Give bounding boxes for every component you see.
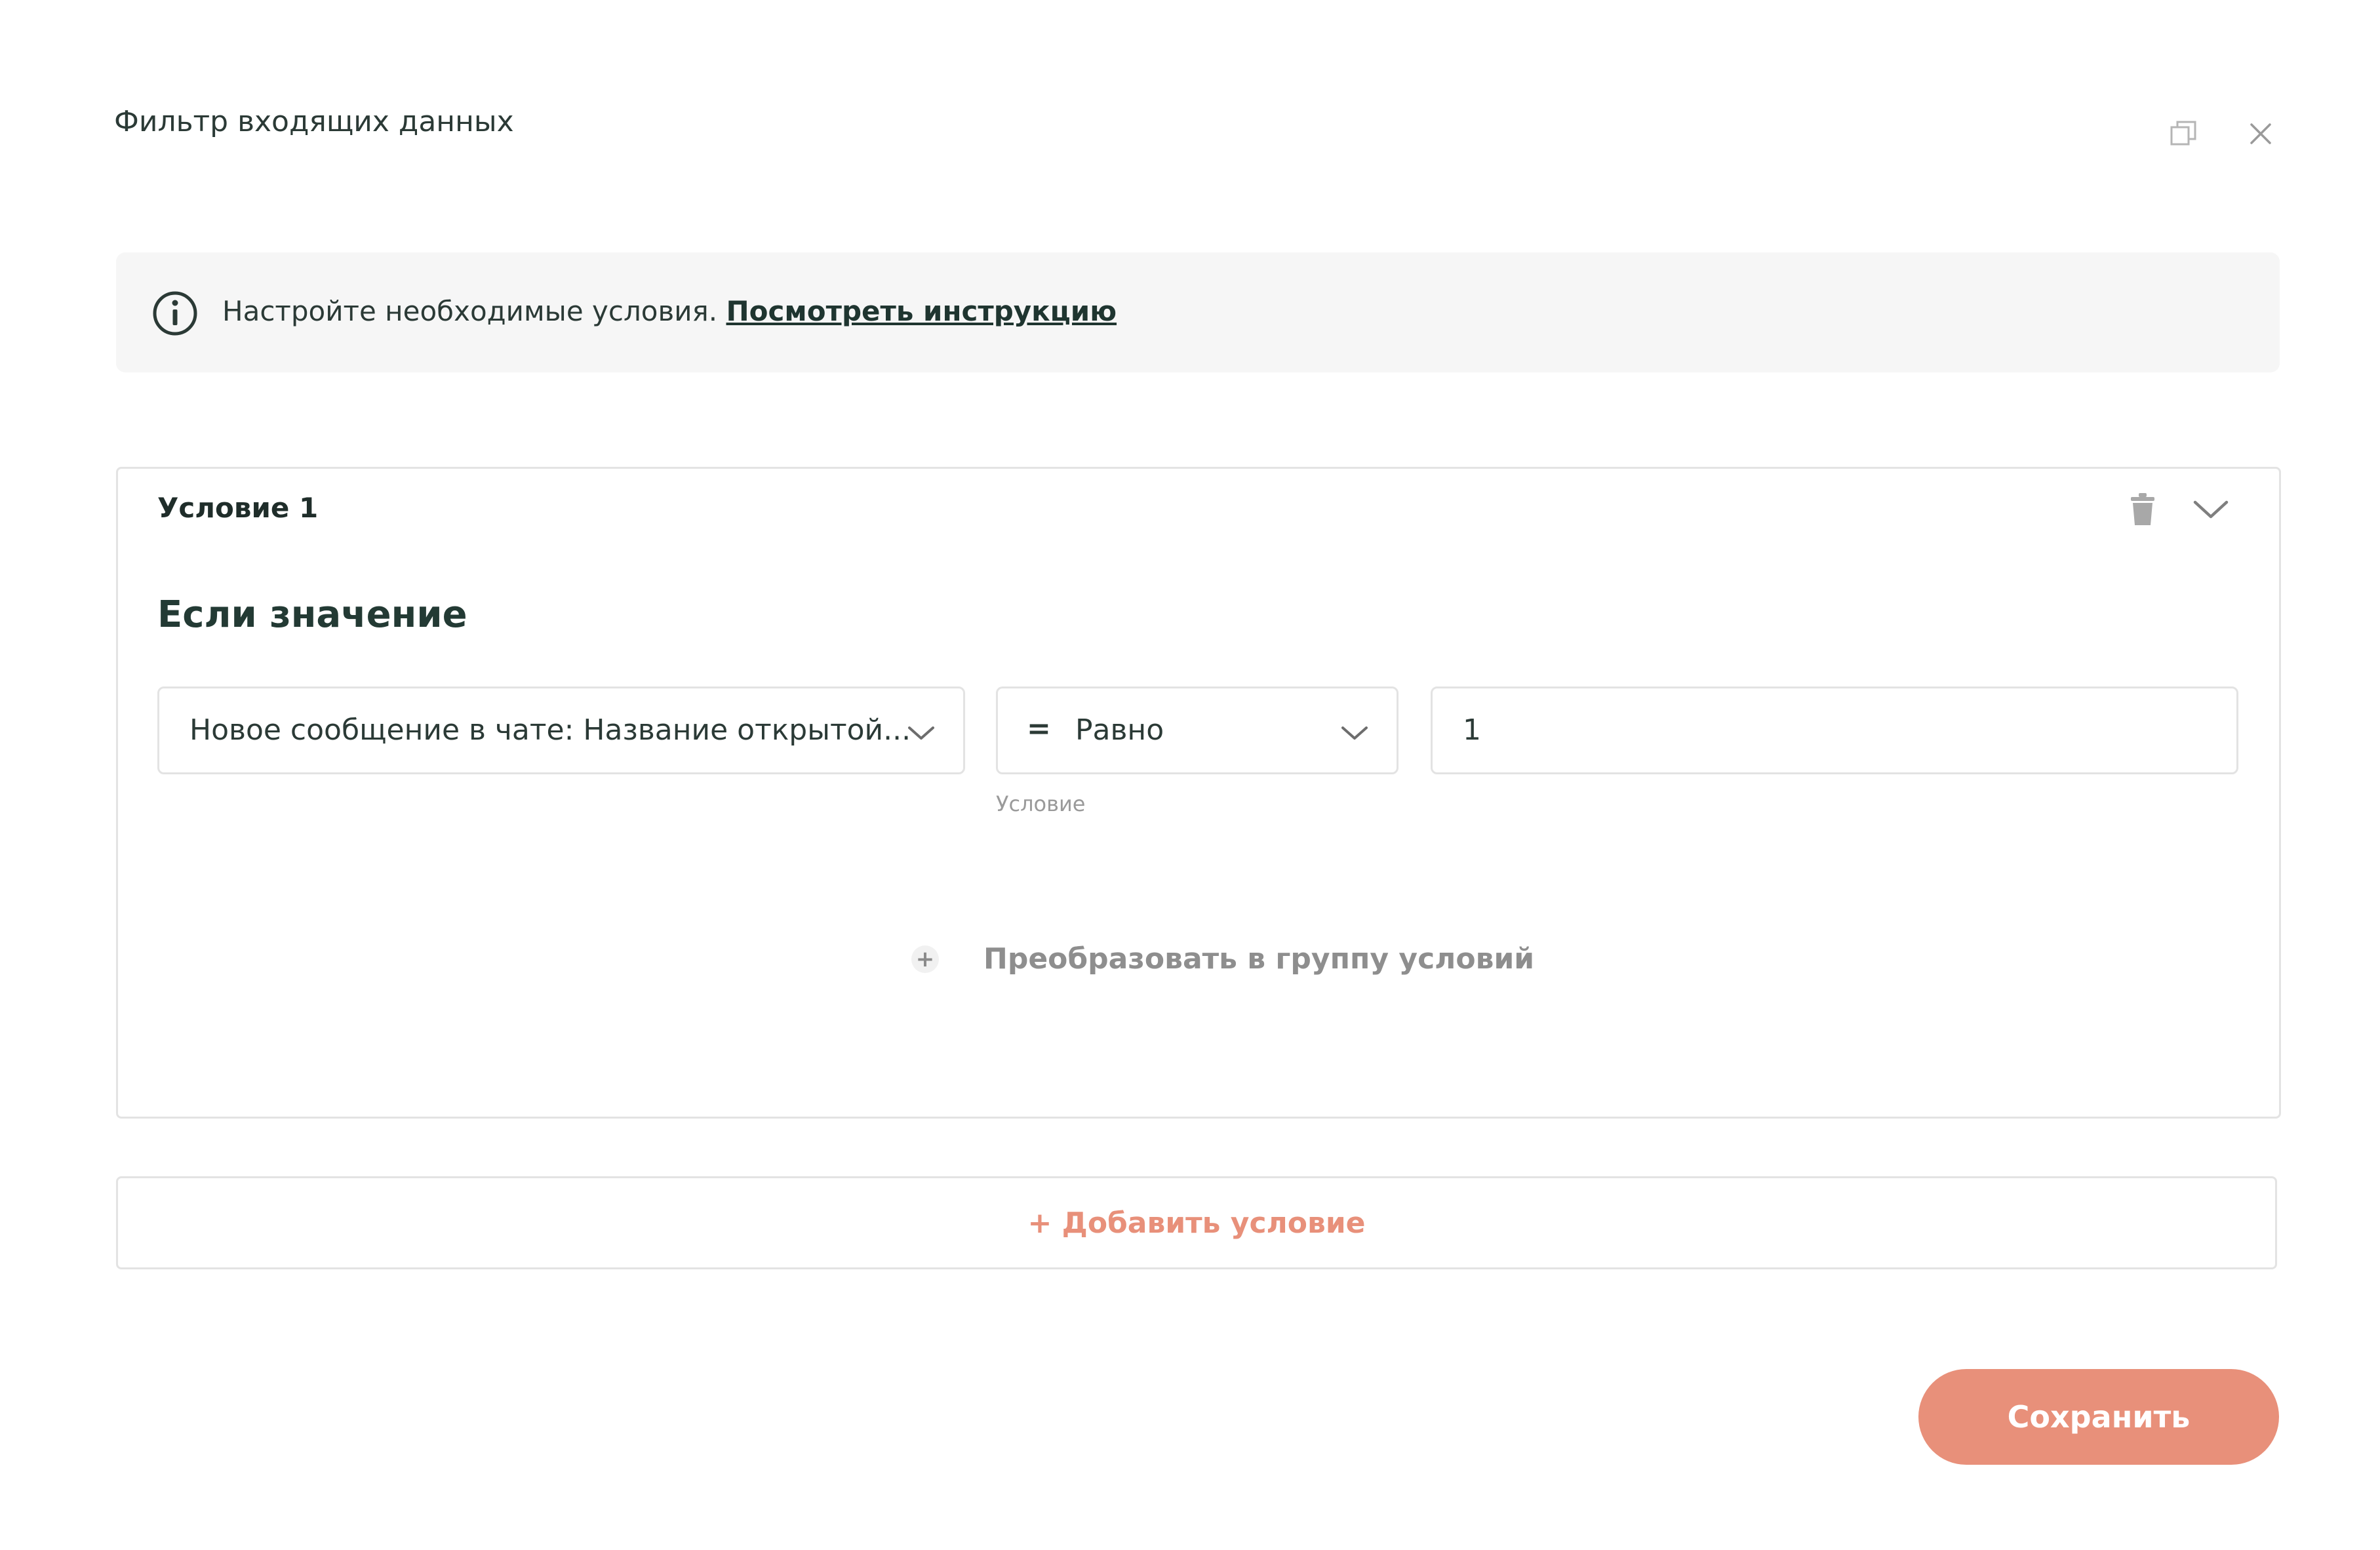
operator-select-value: Равно [1075, 713, 1164, 747]
trash-icon [2131, 493, 2154, 525]
instruction-link[interactable]: Посмотреть инструкцию [726, 295, 1117, 327]
copy-window-icon [2170, 121, 2196, 146]
condition-card: Условие 1 Если значение Новое сообщение … [116, 467, 2281, 1119]
delete-condition-button[interactable] [2123, 488, 2162, 530]
value-input[interactable]: 1 [1431, 686, 2238, 774]
operator-select[interactable]: = Равно [996, 686, 1398, 774]
chevron-down-icon [908, 726, 934, 740]
operator-caption: Условие [996, 791, 1086, 816]
close-icon [2250, 123, 2271, 144]
collapse-condition-button[interactable] [2185, 488, 2237, 530]
info-icon [153, 291, 197, 336]
add-condition-button[interactable]: + Добавить условие [116, 1176, 2277, 1269]
value-input-text: 1 [1463, 713, 1481, 747]
field-select-value: Новое сообщение в чате: Название открыто… [189, 713, 911, 747]
save-button[interactable]: Сохранить [1918, 1369, 2279, 1465]
operator-symbol: = [1027, 712, 1051, 745]
info-message: Настройте необходимые условия. [222, 295, 726, 327]
convert-to-group-button[interactable]: + Преобразовать в группу условий [911, 942, 1534, 976]
field-select[interactable]: Новое сообщение в чате: Название открыто… [157, 686, 965, 774]
dialog-title: Фильтр входящих данных [114, 105, 514, 138]
chevron-down-icon [2193, 500, 2229, 519]
info-text: Настройте необходимые условия. Посмотрет… [222, 295, 1117, 327]
condition-title: Условие 1 [157, 492, 319, 524]
copy-window-button[interactable] [2165, 115, 2202, 152]
convert-to-group-label: Преобразовать в группу условий [983, 942, 1535, 976]
plus-icon: + [911, 945, 939, 973]
chevron-down-icon [1341, 726, 1368, 740]
close-button[interactable] [2242, 115, 2279, 152]
if-value-heading: Если значение [157, 593, 467, 636]
info-banner: Настройте необходимые условия. Посмотрет… [116, 252, 2280, 372]
filter-dialog: Фильтр входящих данных Настройте необход… [0, 0, 2380, 1550]
